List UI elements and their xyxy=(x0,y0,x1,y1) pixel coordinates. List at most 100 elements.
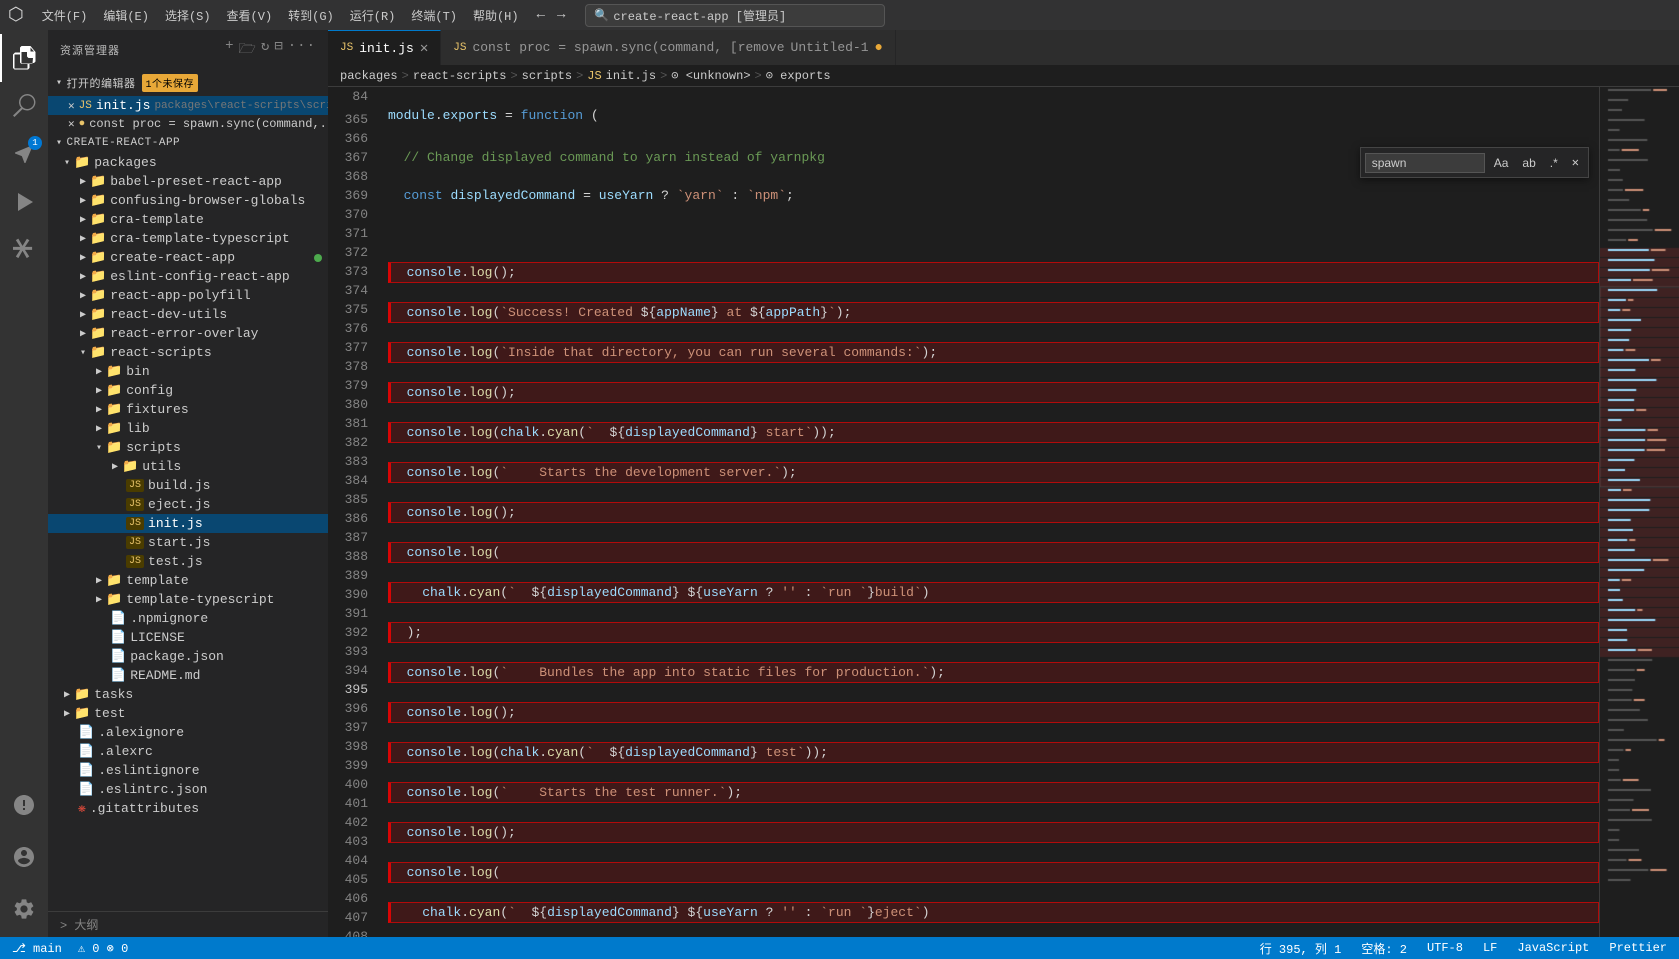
tree-item-alexrc[interactable]: 📄 .alexrc xyxy=(48,742,328,761)
search-bar[interactable]: 🔍 create-react-app [管理员] xyxy=(585,4,885,27)
tree-item-template-ts[interactable]: ▶ 📁 template-typescript xyxy=(48,590,328,609)
tree-item-gitattributes[interactable]: ❋ .gitattributes xyxy=(48,799,328,818)
menu-goto[interactable]: 转到(G) xyxy=(282,5,340,26)
tree-item-error-overlay[interactable]: ▶ 📁 react-error-overlay xyxy=(48,324,328,343)
status-branch[interactable]: ⎇ main xyxy=(8,941,66,956)
menu-view[interactable]: 查看(V) xyxy=(221,5,279,26)
refresh-icon[interactable]: ↻ xyxy=(261,38,270,62)
menu-help[interactable]: 帮助(H) xyxy=(467,5,525,26)
close-icon[interactable]: ✕ xyxy=(68,99,75,113)
expand-button[interactable]: > 大纲 xyxy=(48,911,328,937)
tree-item-babel[interactable]: ▶ 📁 babel-preset-react-app xyxy=(48,172,328,191)
code-content[interactable]: module.exports = function ( // Change di… xyxy=(380,87,1599,937)
tree-item-eslintignore[interactable]: 📄 .eslintignore xyxy=(48,761,328,780)
new-file-icon[interactable]: + xyxy=(225,38,234,62)
tree-item-ejectjs[interactable]: JS eject.js xyxy=(48,495,328,514)
search-activity-icon[interactable] xyxy=(0,82,48,130)
back-button[interactable]: ← xyxy=(533,5,549,25)
tree-item-cra-template-ts[interactable]: ▶ 📁 cra-template-typescript xyxy=(48,229,328,248)
project-header[interactable]: ▾ CREATE-REACT-APP xyxy=(48,133,328,153)
status-errors[interactable]: ⚠ 0 ⊗ 0 xyxy=(74,941,132,956)
tree-item-buildjs[interactable]: JS build.js xyxy=(48,476,328,495)
find-input[interactable] xyxy=(1365,153,1485,173)
status-spaces[interactable]: 空格: 2 xyxy=(1357,940,1411,957)
tree-item-scripts[interactable]: ▾ 📁 scripts xyxy=(48,438,328,457)
tree-item-startjs[interactable]: JS start.js xyxy=(48,533,328,552)
tree-item-license[interactable]: 📄 LICENSE xyxy=(48,628,328,647)
find-whole-word[interactable]: ab xyxy=(1517,153,1540,173)
tree-item-lib[interactable]: ▶ 📁 lib xyxy=(48,419,328,438)
js-icon: JS xyxy=(126,498,144,511)
settings-activity-icon[interactable] xyxy=(0,885,48,933)
status-encoding[interactable]: UTF-8 xyxy=(1423,941,1467,955)
tree-item-npmignore[interactable]: 📄 .npmignore xyxy=(48,609,328,628)
tree-item-utils[interactable]: ▶ 📁 utils xyxy=(48,457,328,476)
tree-item-cra-template[interactable]: ▶ 📁 cra-template xyxy=(48,210,328,229)
open-file-untitled[interactable]: ✕ ● const proc = spawn.sync(command,... xyxy=(48,115,328,133)
tree-item-initjs[interactable]: JS init.js xyxy=(48,514,328,533)
item-label: confusing-browser-globals xyxy=(110,193,305,208)
item-label: template-typescript xyxy=(126,592,274,607)
source-control-activity-icon[interactable]: 1 xyxy=(0,130,48,178)
tree-item-tasks[interactable]: ▶ 📁 tasks xyxy=(48,685,328,704)
editor-area: JS init.js ✕ JS const proc = spawn.sync(… xyxy=(328,30,1679,937)
bc-react-scripts[interactable]: react-scripts xyxy=(413,69,507,83)
open-file-init[interactable]: ✕ JS init.js packages\react-scripts\scri… xyxy=(48,96,328,115)
find-match-case[interactable]: Aa xyxy=(1489,153,1514,173)
status-formatter[interactable]: Prettier xyxy=(1605,941,1671,955)
open-file-name: init.js xyxy=(96,98,151,113)
collapse-icon[interactable]: ⊟ xyxy=(274,38,283,62)
bc-packages[interactable]: packages xyxy=(340,69,398,83)
tree-item-packages[interactable]: ▾ 📁 packages xyxy=(48,153,328,172)
tree-item-template[interactable]: ▶ 📁 template xyxy=(48,571,328,590)
bc-scripts[interactable]: scripts xyxy=(522,69,572,83)
ln-394: 394 xyxy=(328,661,368,680)
tree-item-polyfill[interactable]: ▶ 📁 react-app-polyfill xyxy=(48,286,328,305)
close-icon2[interactable]: ✕ xyxy=(68,117,75,131)
tree-item-eslint[interactable]: ▶ 📁 eslint-config-react-app xyxy=(48,267,328,286)
run-activity-icon[interactable] xyxy=(0,178,48,226)
tree-item-eslintrc[interactable]: 📄 .eslintrc.json xyxy=(48,780,328,799)
tab-close-button2[interactable]: ● xyxy=(875,40,883,56)
find-close-button[interactable]: ✕ xyxy=(1567,152,1584,173)
menu-select[interactable]: 选择(S) xyxy=(159,5,217,26)
status-position[interactable]: 行 395, 列 1 xyxy=(1256,940,1346,957)
tree-item-bin[interactable]: ▶ 📁 bin xyxy=(48,362,328,381)
forward-button[interactable]: → xyxy=(553,5,569,25)
tree-item-alexignore[interactable]: 📄 .alexignore xyxy=(48,723,328,742)
tab-initjs[interactable]: JS init.js ✕ xyxy=(328,30,441,65)
ln-400: 400 xyxy=(328,775,368,794)
menu-run[interactable]: 运行(R) xyxy=(344,5,402,26)
tree-item-readme[interactable]: 📄 README.md xyxy=(48,666,328,685)
menu-terminal[interactable]: 终端(T) xyxy=(405,5,463,26)
warning-activity-icon[interactable] xyxy=(0,781,48,829)
menu-file[interactable]: 文件(F) xyxy=(36,5,94,26)
tree-item-config[interactable]: ▶ 📁 config xyxy=(48,381,328,400)
explorer-activity-icon[interactable] xyxy=(0,34,48,82)
open-editors-header[interactable]: ▾ 打开的编辑器 1个未保存 xyxy=(48,70,328,96)
new-folder-icon[interactable]: 🗁 xyxy=(239,38,257,62)
tree-item-dev-utils[interactable]: ▶ 📁 react-dev-utils xyxy=(48,305,328,324)
bc-initjs[interactable]: init.js xyxy=(606,69,656,83)
more-icon[interactable]: ··· xyxy=(288,38,316,62)
find-regex[interactable]: .* xyxy=(1545,153,1563,173)
tab-untitled[interactable]: JS const proc = spawn.sync(command, [rem… xyxy=(441,30,896,65)
status-language[interactable]: JavaScript xyxy=(1513,941,1593,955)
tree-item-react-scripts[interactable]: ▾ 📁 react-scripts xyxy=(48,343,328,362)
tree-item-fixtures[interactable]: ▶ 📁 fixtures xyxy=(48,400,328,419)
ln-393: 393 xyxy=(328,642,368,661)
tree-item-package[interactable]: 📄 package.json xyxy=(48,647,328,666)
account-activity-icon[interactable] xyxy=(0,833,48,881)
tree-item-testjs[interactable]: JS test.js xyxy=(48,552,328,571)
tree-item-create-react-app[interactable]: ▶ 📁 create-react-app xyxy=(48,248,328,267)
tab-close-button[interactable]: ✕ xyxy=(420,40,428,57)
bc-unknown[interactable]: ⊙ <unknown> xyxy=(671,68,750,83)
minimap[interactable] xyxy=(1599,87,1679,937)
menu-edit[interactable]: 编辑(E) xyxy=(97,5,155,26)
bc-exports[interactable]: ⊙ exports xyxy=(766,68,831,83)
tree-item-confusing[interactable]: ▶ 📁 confusing-browser-globals xyxy=(48,191,328,210)
tree-item-test-folder[interactable]: ▶ 📁 test xyxy=(48,704,328,723)
extensions-activity-icon[interactable] xyxy=(0,226,48,274)
sidebar-header: 资源管理器 + 🗁 ↻ ⊟ ··· xyxy=(48,30,328,70)
status-eol[interactable]: LF xyxy=(1479,941,1501,955)
